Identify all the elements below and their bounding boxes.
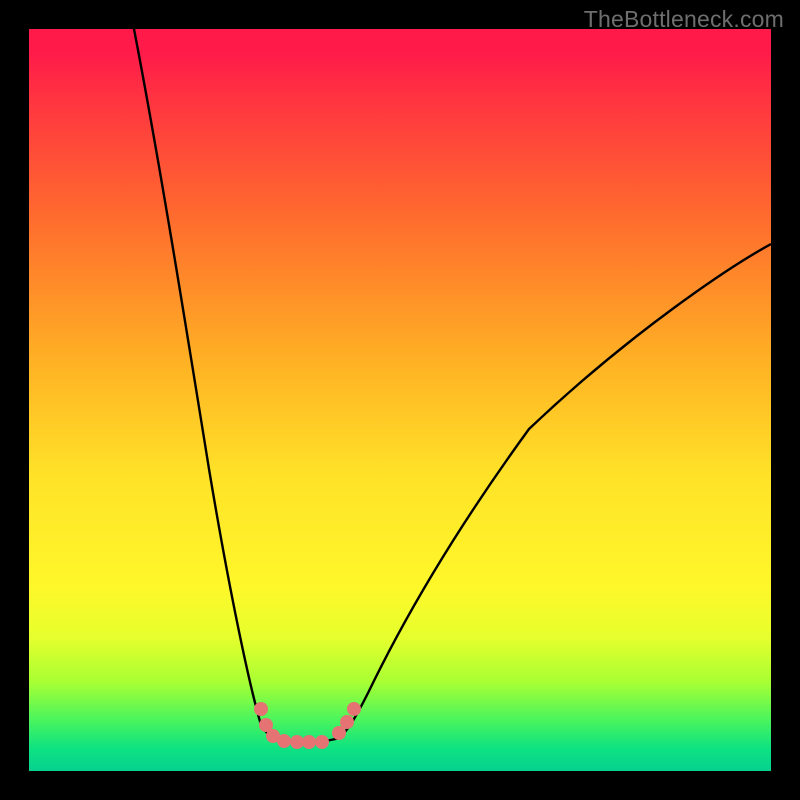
- plot-area: [29, 29, 771, 771]
- left-curve: [134, 29, 305, 742]
- data-point: [347, 702, 361, 716]
- plot-frame: TheBottleneck.com: [0, 0, 800, 800]
- data-point: [277, 734, 291, 748]
- curve-layer: [29, 29, 771, 771]
- data-point: [302, 735, 316, 749]
- data-point: [254, 702, 268, 716]
- data-point: [315, 735, 329, 749]
- right-curve: [305, 244, 771, 742]
- watermark-text: TheBottleneck.com: [584, 6, 784, 33]
- data-point: [340, 715, 354, 729]
